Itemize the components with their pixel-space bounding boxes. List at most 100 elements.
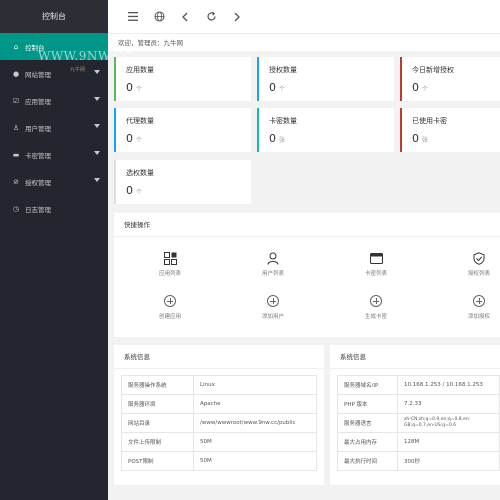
stat-value: 0张 — [412, 132, 429, 145]
quick-label: 应用列表 — [158, 271, 181, 277]
quick-add-auth-button[interactable]: 添加授权 — [444, 293, 500, 320]
top-header — [108, 0, 500, 33]
stat-card-today-auth: 今日新增授权 0个 — [400, 57, 500, 101]
menu-icon — [128, 12, 138, 21]
quick-label: 生成卡密 — [364, 314, 387, 320]
sidebar-item-website[interactable]: ● 网站管理 — [0, 60, 108, 87]
chevron-down-icon — [94, 151, 100, 155]
plus-icon — [135, 293, 205, 309]
plus-icon — [341, 293, 411, 309]
stat-title: 代理数量 — [126, 117, 154, 125]
system-info-title: 系统信息 — [114, 345, 324, 369]
globe-button[interactable] — [146, 0, 172, 33]
stat-card-cards: 卡密数量 0张 — [257, 108, 394, 152]
table-row: POST限制 50M — [121, 451, 317, 471]
chevron-down-icon — [94, 178, 100, 182]
quick-label: 用户列表 — [261, 271, 284, 277]
quick-label: 添加授权 — [467, 314, 490, 320]
system-info-table-left: 服务器操作系统 Linux 服务器环境 Apache 网站目录/www/wwwroo… — [121, 375, 317, 471]
stat-title: 今日新增授权 — [412, 66, 454, 74]
stat-value: 0个 — [126, 132, 143, 145]
user-icon — [238, 250, 308, 266]
table-row: 文件上传限制 50M — [121, 432, 317, 452]
sidebar-item-label: 卡密管理 — [25, 151, 51, 160]
shield-icon: ⊘ — [13, 177, 19, 186]
user-icon: ♙ — [12, 123, 20, 132]
apps-grid-icon — [135, 250, 205, 266]
app: 控制台 ⌂ 控制台 ● 网站管理 ☑ 应用管理 ♙ 用户管理 ▬ 卡密管理 ⊘ … — [0, 0, 500, 500]
wallet-icon — [341, 250, 411, 266]
chevron-down-icon — [94, 97, 100, 101]
quick-label: 添加用户 — [261, 314, 284, 320]
quick-add-user-button[interactable]: 添加用户 — [238, 293, 308, 320]
sidebar-item-label: 日志管理 — [25, 205, 51, 214]
shield-check-icon — [444, 250, 500, 266]
app-icon: ☑ — [12, 96, 20, 105]
table-row: 最大执行时间 300秒 — [337, 451, 500, 471]
sidebar-item-cards[interactable]: ▬ 卡密管理 — [0, 141, 108, 168]
table-row: 服务器语言 zh-CN,zh;q=0.9,en;q=0.8,en-GB;q=0.7… — [337, 413, 500, 433]
welcome-text: 欢迎，管理员：九牛网 — [108, 33, 500, 51]
forward-button[interactable] — [224, 0, 250, 33]
chevron-down-icon — [94, 70, 100, 74]
sidebar: 控制台 ⌂ 控制台 ● 网站管理 ☑ 应用管理 ♙ 用户管理 ▬ 卡密管理 ⊘ … — [0, 0, 132, 500]
refresh-button[interactable] — [198, 0, 224, 33]
home-icon: ⌂ — [13, 42, 19, 51]
quick-actions-title: 快捷操作 — [114, 213, 500, 237]
quick-generate-card-button[interactable]: 生成卡密 — [341, 293, 411, 320]
sidebar-item-dashboard[interactable]: ⌂ 控制台 — [0, 33, 108, 60]
stat-value: 0个 — [269, 81, 286, 94]
sidebar-item-auth[interactable]: ⊘ 授权管理 — [0, 168, 108, 195]
quick-actions-panel: 快捷操作 应用列表 用户列表 卡密列表 授权列表 创建应用 添加用户 生成卡密 … — [114, 213, 500, 337]
stat-card-used-cards: 已使用卡密 0张 — [400, 108, 500, 152]
sidebar-item-apps[interactable]: ☑ 应用管理 — [0, 87, 108, 114]
sidebar-item-label: 应用管理 — [25, 97, 51, 106]
quick-create-app-button[interactable]: 创建应用 — [135, 293, 205, 320]
chevron-down-icon — [94, 124, 100, 128]
back-button[interactable] — [172, 0, 198, 33]
refresh-icon — [206, 11, 216, 21]
plus-icon — [238, 293, 308, 309]
stat-title: 授权数量 — [269, 66, 297, 74]
stat-title: 应用数量 — [126, 66, 154, 74]
menu-toggle-button[interactable] — [120, 0, 146, 33]
globe-icon: ● — [12, 69, 20, 78]
table-row: 服务器域名/IP 10.168.1.253 / 10.168.1.253 — [337, 375, 500, 395]
quick-app-list-button[interactable]: 应用列表 — [135, 250, 205, 277]
stat-card-auth: 授权数量 0个 — [257, 57, 394, 101]
quick-card-list-button[interactable]: 卡密列表 — [341, 250, 411, 277]
stat-card-apps: 应用数量 0个 — [114, 57, 251, 101]
sidebar-item-users[interactable]: ♙ 用户管理 — [0, 114, 108, 141]
quick-label: 创建应用 — [158, 314, 181, 320]
chevron-right-icon — [234, 12, 240, 21]
watermark-sub: 九牛网 — [70, 67, 86, 73]
stat-title: 已使用卡密 — [412, 117, 447, 125]
quick-auth-list-button[interactable]: 授权列表 — [444, 250, 500, 277]
stat-title: 卡密数量 — [269, 117, 297, 125]
sidebar-item-label: 控制台 — [25, 43, 45, 52]
system-info-table-right: 服务器域名/IP 10.168.1.253 / 10.168.1.253 PHP … — [337, 375, 500, 471]
sidebar-brand: 控制台 — [0, 0, 108, 33]
quick-label: 授权列表 — [467, 271, 490, 277]
plus-icon — [444, 293, 500, 309]
card-icon: ▬ — [12, 150, 20, 159]
stat-value: 0个 — [126, 81, 143, 94]
stat-value: 0个 — [126, 184, 143, 197]
clock-icon: ◷ — [12, 204, 20, 213]
system-info-panel-right: 系统信息 服务器域名/IP 10.168.1.253 / 10.168.1.253… — [330, 345, 500, 485]
stat-card-select: 选权数量 0个 — [114, 160, 251, 204]
table-row: 最大占用内存 128M — [337, 432, 500, 452]
chevron-left-icon — [182, 12, 188, 21]
sidebar-item-label: 用户管理 — [25, 124, 51, 133]
sidebar-item-label: 授权管理 — [25, 178, 51, 187]
quick-user-list-button[interactable]: 用户列表 — [238, 250, 308, 277]
stat-title: 选权数量 — [126, 169, 154, 177]
table-row: 网站目录/www/wwwroot/www.9nw.cc/public — [121, 413, 317, 433]
globe-icon — [154, 11, 164, 22]
table-row: PHP 版本 7.2.33 — [337, 394, 500, 414]
table-row: 服务器操作系统 Linux — [121, 375, 317, 395]
sidebar-item-label: 网站管理 — [25, 70, 51, 79]
stat-card-agents: 代理数量 0个 — [114, 108, 251, 152]
system-info-title: 系统信息 — [330, 345, 500, 369]
sidebar-item-logs[interactable]: ◷ 日志管理 — [0, 195, 108, 222]
